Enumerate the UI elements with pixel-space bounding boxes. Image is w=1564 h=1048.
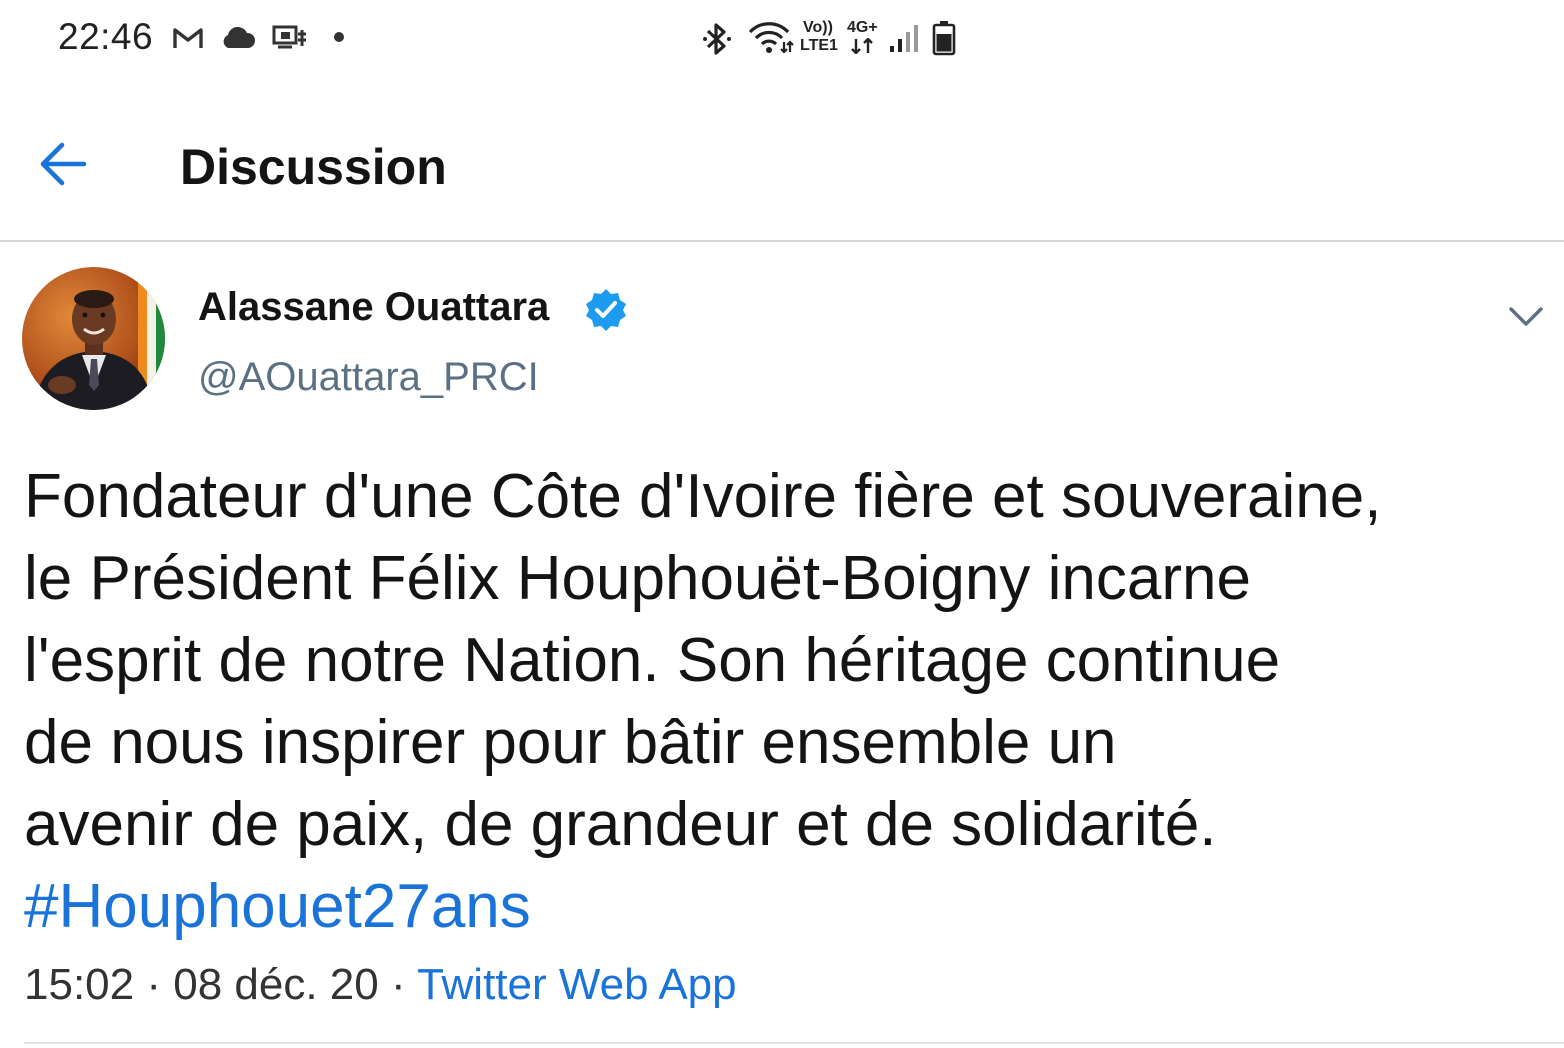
author-handle[interactable]: @AOuattara_PRCI	[198, 355, 539, 400]
status-bar: 22:46 Vo)) LTE1 4G+	[0, 0, 1564, 78]
status-time: 22:46	[58, 16, 154, 57]
meta-separator: ·	[146, 960, 161, 1009]
lte-label: LTE1	[800, 37, 838, 54]
tweet-source-link[interactable]: Twitter Web App	[417, 960, 737, 1009]
tweet-meta: 15:02 · 08 déc. 20 · Twitter Web App	[24, 960, 737, 1010]
tweet-text-line: de nous inspirer pour bâtir ensemble un	[24, 708, 1117, 777]
data-arrows-icon	[851, 38, 873, 54]
divider	[24, 1042, 1564, 1044]
tweet-date: 08 déc. 20	[173, 960, 379, 1009]
verified-badge-icon	[586, 289, 626, 331]
app-bar: Discussion	[0, 78, 1564, 242]
meta-separator: ·	[390, 960, 406, 1009]
tweet-text-line: le Président Félix Houphouët-Boigny inca…	[24, 544, 1251, 613]
gmail-icon	[173, 28, 203, 48]
arrow-left-icon[interactable]	[36, 136, 92, 192]
tweet-time: 15:02	[24, 960, 135, 1009]
dot-icon	[334, 32, 344, 42]
hashtag-link[interactable]: #Houphouet27ans	[24, 866, 1524, 948]
wifi-icon	[748, 22, 794, 54]
cast-icon	[272, 25, 306, 49]
signal-icon	[890, 25, 918, 52]
avatar[interactable]	[22, 267, 165, 410]
cloud-icon	[223, 26, 256, 48]
bluetooth-icon	[703, 23, 731, 55]
page-title: Discussion	[180, 139, 447, 195]
tweet-text-line: Fondateur d'une Côte d'Ivoire fière et s…	[24, 462, 1382, 531]
volte-label: Vo))	[803, 19, 833, 36]
chevron-down-icon[interactable]	[1506, 300, 1546, 332]
tweet-text-line: avenir de paix, de grandeur et de solida…	[24, 790, 1217, 859]
tweet-text-line: l'esprit de notre Nation. Son héritage c…	[24, 626, 1281, 695]
network-type-label: 4G+	[847, 19, 878, 36]
tweet-text: Fondateur d'une Côte d'Ivoire fière et s…	[24, 456, 1524, 948]
author-name[interactable]: Alassane Ouattara	[198, 285, 549, 330]
battery-icon	[932, 21, 956, 56]
